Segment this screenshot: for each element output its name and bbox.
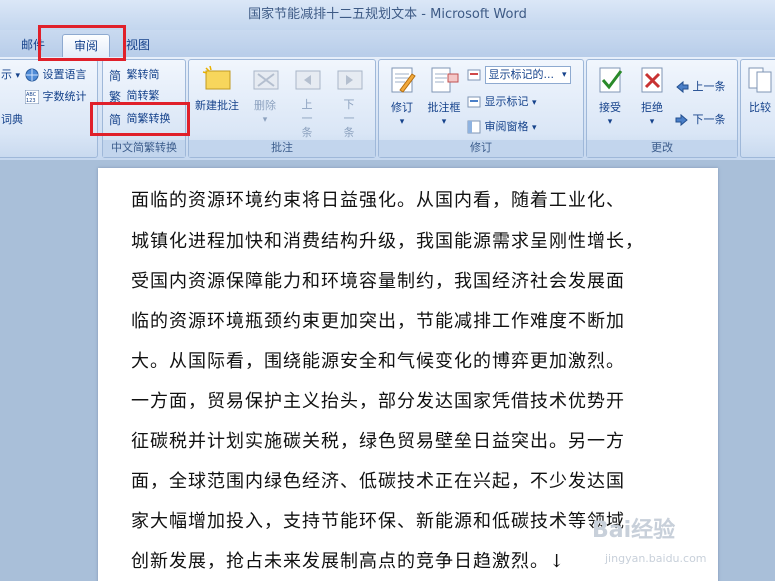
track-changes-button[interactable]: 修订 ▾ <box>381 64 423 130</box>
chinese-conversion-group: 简 繁转简 繁 简转繁 简 简繁转换 中文简繁转换 <box>102 59 186 158</box>
watermark-site: jingyan.baidu.com <box>605 552 707 565</box>
tracking-group: 修订 ▾ 批注框 ▾ 显示标记的... ▾ 显示标记 ▾ 审阅窗格 ▾ 修订 <box>378 59 584 158</box>
display-review-icon <box>467 69 481 81</box>
dictionary-button[interactable]: 词典 <box>1 111 23 127</box>
reject-icon <box>641 67 663 93</box>
simplified-to-traditional-icon: 繁 <box>109 89 121 103</box>
changes-label: 更改 <box>587 140 737 157</box>
reviewing-pane-icon <box>467 120 481 134</box>
previous-comment-button[interactable]: 上一条 <box>287 64 327 140</box>
title-bar: 国家节能减排十二五规划文本 - Microsoft Word <box>0 0 775 30</box>
show-markup-icon <box>467 96 481 108</box>
svg-text:简: 简 <box>109 69 121 82</box>
watermark-logo: Bai经验 <box>592 518 676 543</box>
reject-dropdown-icon: ▾ <box>649 117 655 127</box>
simplified-to-traditional-button[interactable]: 繁 简转繁 <box>109 87 160 103</box>
track-changes-icon <box>391 67 416 93</box>
document-line: 创新发展，抢占未来发展制高点的竞争日趋激烈。↓ <box>131 551 566 572</box>
balloons-dropdown-icon: ▾ <box>441 117 447 127</box>
document-line: 城镇化进程加快和消费结构升级，我国能源需求呈刚性增长， <box>131 231 644 252</box>
ribbon: 示 ▾ 设置语言 ABC 123 字数统计 词典 简 繁转简 繁 简转繁 简 简繁… <box>0 57 775 160</box>
delete-dropdown-icon: ▾ <box>262 115 268 125</box>
delete-comment-button[interactable]: 删除 ▾ <box>245 64 285 128</box>
next-comment-icon <box>337 70 363 90</box>
document-line: 征碳税并计划实施碳关税，绿色贸易壁垒日益突出。另一方 <box>131 431 625 452</box>
changes-group: 接受 ▾ 拒绝 ▾ 上一条 下一条 更改 <box>586 59 738 158</box>
tab-review[interactable]: 审阅 <box>62 34 110 57</box>
reject-button[interactable]: 拒绝 ▾ <box>631 64 673 130</box>
previous-change-button[interactable]: 上一条 <box>675 78 726 94</box>
globe-icon <box>25 68 39 82</box>
svg-text:简: 简 <box>109 113 121 126</box>
chinese-conversion-button[interactable]: 简 简繁转换 <box>109 110 171 126</box>
document-line: 临的资源环境瓶颈约束更加突出，节能减排工作难度不断加 <box>131 311 625 332</box>
track-dropdown-icon: ▾ <box>399 117 405 127</box>
tab-mail[interactable]: 邮件 <box>12 34 54 57</box>
next-change-icon <box>675 113 688 127</box>
window-title: 国家节能减排十二五规划文本 - Microsoft Word <box>248 7 527 22</box>
compare-button[interactable]: 比较 <box>743 64 775 115</box>
word-count-button[interactable]: ABC 123 字数统计 <box>25 88 87 104</box>
document-line: 面，全球范围内绿色经济、低碳技术正在兴起，不少发达国 <box>131 471 625 492</box>
show-markup-dropdown-icon: ▾ <box>532 98 537 108</box>
document-line: 一方面，贸易保护主义抬头，部分发达国家凭借技术优势开 <box>131 391 625 412</box>
show-markup-button[interactable]: 显示标记 ▾ <box>467 93 537 109</box>
comments-label: 批注 <box>189 140 375 157</box>
ribbon-tabs: 邮件 审阅 视图 <box>0 30 775 57</box>
compare-group: 比较 <box>740 59 775 158</box>
reviewing-pane-button[interactable]: 审阅窗格 ▾ <box>467 118 537 134</box>
document-line: 面临的资源环境约束将日益强化。从国内看，随着工业化、 <box>131 190 625 211</box>
tracking-label: 修订 <box>379 140 583 157</box>
document-line: 家大幅增加投入，支持节能环保、新能源和低碳技术等领域 <box>131 511 625 532</box>
comments-group: 新建批注 删除 ▾ 上一条 下一条 批注 <box>188 59 376 158</box>
traditional-to-simplified-icon: 简 <box>109 69 121 82</box>
previous-change-icon <box>676 80 689 94</box>
document-line: 受国内资源保障能力和环境容量制约，我国经济社会发展面 <box>131 271 625 292</box>
accept-icon <box>599 67 623 93</box>
next-comment-button[interactable]: 下一条 <box>329 64 369 140</box>
chinese-convert-icon: 简 <box>109 113 121 126</box>
display-dropdown-icon: ▾ <box>561 70 567 80</box>
new-comment-icon <box>202 65 231 90</box>
display-for-review-select[interactable]: 显示标记的... ▾ <box>467 66 579 86</box>
proofing-cut-button[interactable]: 示 ▾ <box>1 66 20 82</box>
delete-comment-icon <box>253 70 279 90</box>
abc-count-icon: ABC123 <box>25 90 39 104</box>
balloons-icon <box>431 67 459 93</box>
accept-button[interactable]: 接受 ▾ <box>589 64 631 130</box>
set-language-button[interactable]: 设置语言 <box>25 66 87 82</box>
tab-view[interactable]: 视图 <box>118 34 158 57</box>
previous-comment-icon <box>295 70 321 90</box>
compare-icon <box>748 67 772 93</box>
next-change-button[interactable]: 下一条 <box>675 111 726 127</box>
balloons-button[interactable]: 批注框 ▾ <box>423 64 465 130</box>
document-line: 大。从国际看，围绕能源安全和气候变化的博弈更加激烈。 <box>131 351 625 372</box>
traditional-to-simplified-button[interactable]: 简 繁转简 <box>109 66 160 82</box>
reviewing-pane-dropdown-icon: ▾ <box>532 123 537 133</box>
chinese-conversion-label: 中文简繁转换 <box>103 140 185 157</box>
proofing-group: 示 ▾ 设置语言 ABC 123 字数统计 词典 <box>0 59 98 158</box>
svg-text:繁: 繁 <box>109 89 121 103</box>
svg-text:123: 123 <box>26 98 36 104</box>
new-comment-button[interactable]: 新建批注 <box>191 64 243 113</box>
accept-dropdown-icon: ▾ <box>607 117 613 127</box>
